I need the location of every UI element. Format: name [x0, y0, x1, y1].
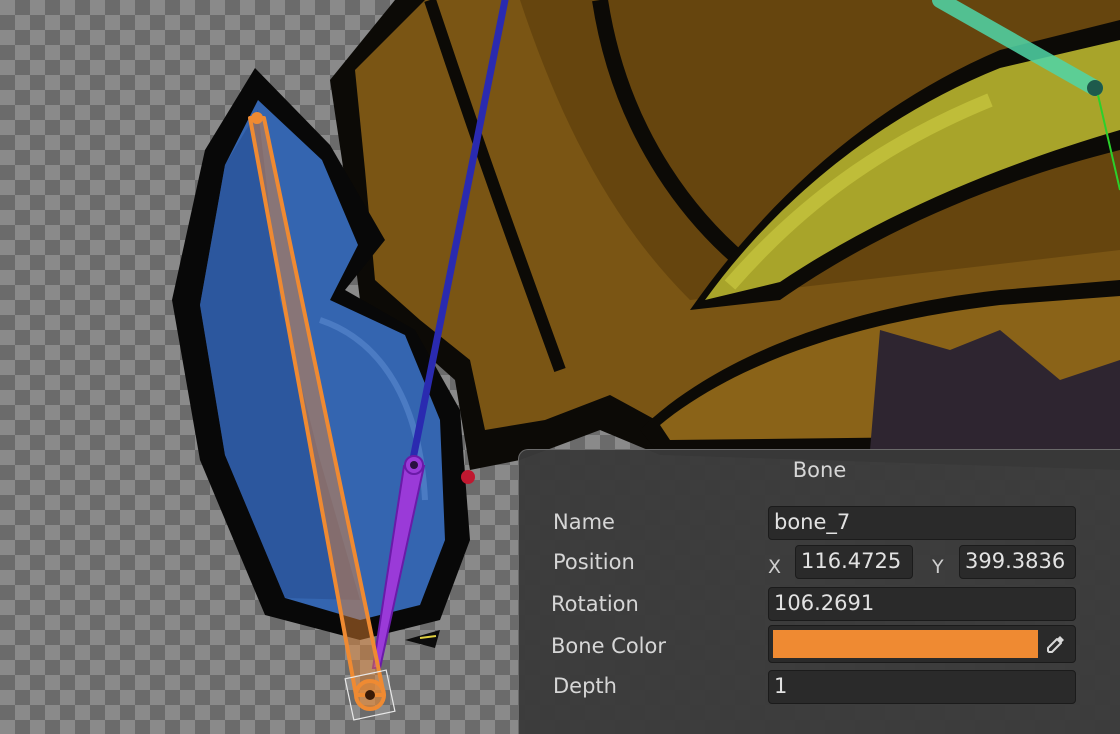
name-label: Name	[553, 510, 615, 534]
position-label: Position	[553, 550, 635, 574]
position-y-input[interactable]: 399.3836	[959, 545, 1076, 579]
eyedropper-icon[interactable]	[1041, 629, 1071, 659]
depth-label: Depth	[553, 674, 617, 698]
bone-color-swatch[interactable]	[773, 630, 1038, 658]
position-y-axis-label: Y	[932, 556, 944, 578]
depth-input[interactable]: 1	[768, 670, 1076, 704]
panel-title: Bone	[792, 458, 847, 482]
bone-color-field[interactable]	[768, 625, 1076, 663]
bone-color-label: Bone Color	[551, 634, 666, 658]
position-x-axis-label: X	[768, 556, 782, 578]
name-input[interactable]: bone_7	[768, 506, 1076, 540]
rotation-input[interactable]: 106.2691	[768, 587, 1076, 621]
position-x-input[interactable]: 116.4725	[795, 545, 913, 579]
rotation-label: Rotation	[551, 592, 639, 616]
